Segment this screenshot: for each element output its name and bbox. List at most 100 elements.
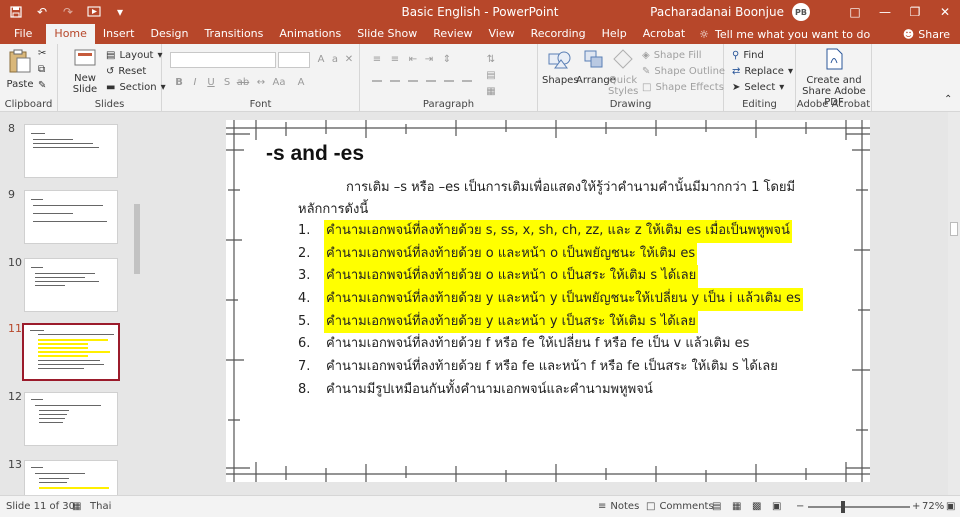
line-spacing-icon[interactable]: ⇕	[440, 53, 454, 67]
tab-acrobat[interactable]: Acrobat	[635, 24, 693, 44]
language-indicator[interactable]: Thai	[90, 496, 111, 517]
slide-scrollbar[interactable]	[948, 112, 960, 495]
tell-me-box[interactable]: ☼ Tell me what you want to do	[693, 24, 870, 44]
justify-icon[interactable]	[426, 80, 436, 82]
new-slide-button[interactable]: New Slide	[70, 48, 100, 95]
tab-review[interactable]: Review	[425, 24, 480, 44]
minimize-icon[interactable]: —	[870, 0, 900, 24]
notes-button[interactable]: ≡ Notes	[598, 496, 639, 517]
normal-view-icon[interactable]: ▤	[712, 496, 721, 517]
format-painter-icon[interactable]: ✎	[38, 80, 46, 91]
undo-icon[interactable]: ↶	[32, 2, 52, 22]
restore-icon[interactable]: ❐	[900, 0, 930, 24]
fit-to-window-icon[interactable]: ▣	[946, 496, 955, 517]
list-item[interactable]: 7. คำนามเอกพจน์ที่ลงท้ายด้วย f หรือ fe แล…	[298, 356, 858, 379]
tab-transitions[interactable]: Transitions	[196, 24, 271, 44]
decrease-font-icon[interactable]: a	[328, 53, 342, 67]
tab-help[interactable]: Help	[594, 24, 635, 44]
slide-sorter-icon[interactable]: ▦	[732, 496, 741, 517]
font-name-box[interactable]	[170, 52, 276, 68]
select-button[interactable]: ➤ Select ▾	[732, 82, 784, 93]
start-from-beginning-icon[interactable]	[84, 2, 104, 22]
align-right-icon[interactable]	[408, 80, 418, 82]
increase-font-icon[interactable]: A	[314, 53, 328, 67]
slide-scroll-thumb[interactable]	[950, 222, 958, 236]
quick-styles-button[interactable]: Quick Styles	[608, 48, 638, 97]
distributed-icon[interactable]	[444, 80, 454, 82]
spelling-icon[interactable]: ▦	[72, 496, 81, 517]
tab-recording[interactable]: Recording	[523, 24, 594, 44]
columns-icon[interactable]	[462, 80, 472, 82]
intro-line-1[interactable]: การเติม –s หรือ –es เป็นการเติมเพื่อแสดง…	[346, 176, 795, 197]
reading-view-icon[interactable]: ▩	[752, 496, 761, 517]
slide-thumbnail-8[interactable]	[24, 124, 118, 178]
bullets-icon[interactable]: ≡	[370, 53, 384, 67]
thumbnail-scroll-thumb[interactable]	[134, 204, 140, 274]
zoom-slider-thumb[interactable]	[841, 501, 846, 513]
tab-view[interactable]: View	[480, 24, 522, 44]
zoom-out-icon[interactable]: −	[796, 496, 804, 517]
text-direction-icon[interactable]: ⇅	[484, 53, 498, 67]
share-button[interactable]: ☻ Share	[903, 24, 950, 44]
close-icon[interactable]: ✕	[930, 0, 960, 24]
cut-icon[interactable]: ✂	[38, 48, 46, 59]
slide-thumbnail-9[interactable]	[24, 190, 118, 244]
character-spacing-icon[interactable]: ↔	[254, 76, 268, 90]
layout-button[interactable]: ▤ Layout ▾	[106, 50, 162, 61]
arrange-button[interactable]: Arrange	[576, 48, 616, 86]
collapse-ribbon-icon[interactable]: ⌃	[944, 94, 952, 105]
font-size-box[interactable]	[278, 52, 310, 68]
thumbnail-scrollbar[interactable]	[132, 114, 142, 494]
tab-file[interactable]: File	[0, 24, 46, 44]
tab-animations[interactable]: Animations	[271, 24, 349, 44]
redo-icon[interactable]: ↷	[58, 2, 78, 22]
list-item[interactable]: 1. คำนามเอกพจน์ที่ลงท้ายด้วย s, ss, x, sh…	[298, 220, 858, 243]
slide-thumbnail-12[interactable]	[24, 392, 118, 446]
change-case-icon[interactable]: Aa	[272, 76, 286, 90]
list-item[interactable]: 6. คำนามเอกพจน์ที่ลงท้ายด้วย f หรือ fe ให…	[298, 333, 858, 356]
find-button[interactable]: ⚲ Find	[732, 50, 764, 61]
list-item[interactable]: 8. คำนามมีรูปเหมือนกันทั้งคำนามเอกพจน์และ…	[298, 379, 858, 402]
align-left-icon[interactable]	[372, 80, 382, 82]
customize-qat-icon[interactable]: ▾	[110, 2, 130, 22]
copy-icon[interactable]: ⧉	[38, 64, 45, 75]
align-text-icon[interactable]: ▤	[484, 69, 498, 83]
list-item[interactable]: 5. คำนามเอกพจน์ที่ลงท้ายด้วย y และหน้า y …	[298, 310, 858, 334]
zoom-level[interactable]: 72%	[922, 496, 944, 517]
decrease-indent-icon[interactable]: ⇤	[406, 53, 420, 67]
tab-slide-show[interactable]: Slide Show	[349, 24, 425, 44]
shapes-button[interactable]: Shapes	[542, 48, 579, 86]
underline-icon[interactable]: U	[204, 76, 218, 90]
clear-formatting-icon[interactable]: ✕	[342, 53, 356, 67]
save-icon[interactable]	[6, 2, 26, 22]
smartart-icon[interactable]: ▦	[484, 85, 498, 99]
user-account[interactable]: Pacharadanai Boonjue PB	[650, 0, 810, 24]
align-center-icon[interactable]	[390, 80, 400, 82]
shadow-icon[interactable]: S	[220, 76, 234, 90]
tab-home[interactable]: Home	[46, 24, 95, 44]
slide-thumbnail-11[interactable]	[22, 323, 120, 381]
increase-indent-icon[interactable]: ⇥	[422, 53, 436, 67]
slide-11[interactable]: -s and -es การเติม –s หรือ –es เป็นการเต…	[226, 120, 870, 482]
tab-design[interactable]: Design	[142, 24, 196, 44]
shape-fill-button[interactable]: ◈ Shape Fill	[642, 50, 702, 61]
tab-insert[interactable]: Insert	[95, 24, 143, 44]
list-item[interactable]: 4. คำนามเอกพจน์ที่ลงท้ายด้วย y และหน้า y …	[298, 288, 858, 311]
font-color-icon[interactable]: A	[294, 76, 308, 90]
shape-effects-button[interactable]: □ Shape Effects	[642, 82, 724, 93]
intro-line-2[interactable]: หลักการดังนี้	[298, 198, 368, 219]
zoom-in-icon[interactable]: +	[912, 496, 920, 517]
slide-show-icon[interactable]: ▣	[772, 496, 781, 517]
slide-thumbnail-13[interactable]	[24, 460, 118, 495]
comments-button[interactable]: □ Comments	[646, 496, 714, 517]
strikethrough-icon[interactable]: ab	[236, 76, 250, 90]
shape-outline-button[interactable]: ✎ Shape Outline	[642, 66, 725, 77]
replace-button[interactable]: ⇄ Replace ▾	[732, 66, 793, 77]
slide-thumbnail-10[interactable]	[24, 258, 118, 312]
italic-icon[interactable]: I	[188, 76, 202, 90]
paste-button[interactable]: Paste	[4, 48, 36, 90]
slide-title[interactable]: -s and -es	[266, 142, 364, 166]
ribbon-display-options-icon[interactable]: □	[840, 0, 870, 24]
zoom-slider[interactable]	[808, 501, 910, 513]
section-button[interactable]: ▬ Section ▾	[106, 82, 166, 93]
